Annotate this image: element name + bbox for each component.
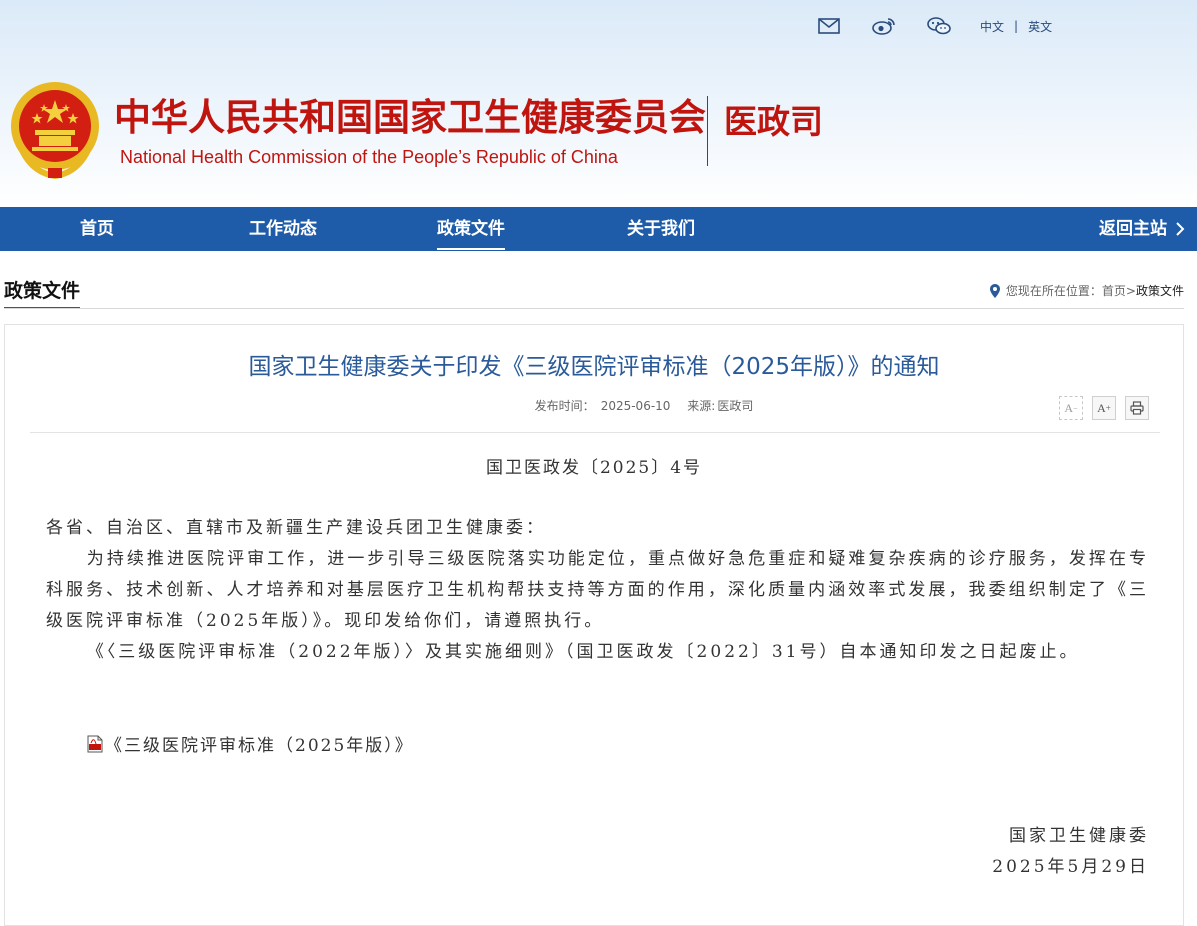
article-title: 国家卫生健康委关于印发《三级医院评审标准（2025年版）》的通知: [248, 354, 940, 380]
printer-icon: [1130, 401, 1144, 415]
attachment-link[interactable]: 《三级医院评审标准（2025年版）》: [87, 731, 414, 756]
body-paragraph-2: 《〈三级医院评审标准（2022年版）〉及其实施细则》（国卫医政发〔2022〕31…: [86, 642, 1080, 662]
top-utility-bar: 中文 | 英文: [815, 14, 1052, 38]
section-title: 政策文件: [4, 278, 81, 309]
article-body: 各省、自治区、直辖市及新疆生产建设兵团卫生健康委： 为持续推进医院评审工作，进一…: [46, 513, 1149, 668]
breadcrumb-prefix: 您现在所在位置：: [1005, 284, 1102, 298]
back-to-main-site-label: 返回主站: [1099, 219, 1167, 239]
main-nav: 首页 工作动态 政策文件 关于我们 返回主站: [0, 207, 1197, 251]
pdf-file-icon: [87, 735, 103, 753]
lang-en-link[interactable]: 英文: [1028, 18, 1052, 35]
font-increase-sign: +: [1105, 403, 1111, 413]
wechat-icon[interactable]: [925, 14, 953, 38]
location-pin-icon: [989, 283, 1000, 298]
nav-item-work-news[interactable]: 工作动态: [249, 207, 317, 251]
site-title-en: National Health Commission of the People…: [120, 147, 618, 167]
publish-date-label: 发布时间：: [534, 399, 595, 413]
mail-icon[interactable]: [815, 14, 843, 38]
font-decrease-sign: −: [1073, 403, 1078, 413]
back-to-main-site-link[interactable]: 返回主站: [1099, 207, 1185, 251]
salutation: 各省、自治区、直辖市及新疆生产建设兵团卫生健康委：: [46, 518, 546, 538]
publish-date: 2025-06-10: [600, 399, 671, 413]
font-decrease-label: A: [1064, 400, 1074, 415]
breadcrumb-home-link[interactable]: 首页: [1102, 282, 1126, 299]
body-paragraph-1: 为持续推进医院评审工作，进一步引导三级医院落实功能定位，重点做好急危重症和疑难复…: [46, 549, 1149, 631]
source-label: 来源:: [687, 399, 716, 413]
attachment-title: 《三级医院评审标准（2025年版）》: [105, 736, 414, 756]
font-decrease-button[interactable]: A −: [1059, 396, 1083, 420]
site-title: 中华人民共和国国家卫生健康委员会: [114, 96, 706, 139]
nav-item-policy-documents[interactable]: 政策文件: [437, 207, 505, 251]
weibo-icon[interactable]: [870, 14, 898, 38]
signature-org: 国家卫生健康委: [1009, 826, 1149, 846]
nav-item-home[interactable]: 首页: [80, 207, 114, 251]
signature-block: 国家卫生健康委 2025年5月29日: [992, 821, 1149, 883]
source-value: 医政司: [717, 399, 754, 413]
department-name: 医政司: [724, 102, 823, 141]
article-tools: A − A +: [1050, 396, 1149, 420]
national-emblem-logo[interactable]: [8, 80, 102, 180]
font-increase-label: A: [1097, 400, 1106, 415]
document-number: 国卫医政发〔2025〕4号: [485, 458, 703, 478]
nav-item-about-us[interactable]: 关于我们: [627, 207, 695, 251]
signature-date: 2025年5月29日: [992, 857, 1149, 877]
lang-separator: |: [1014, 19, 1019, 33]
article-divider: [30, 432, 1160, 433]
chevron-right-icon: [1175, 221, 1185, 237]
site-header: 中文 | 英文 中华人民共和国国家卫生健康委员会 National Health…: [0, 0, 1197, 207]
breadcrumb: 您现在所在位置： 首页 > 政策文件: [989, 282, 1184, 299]
section-divider: [4, 308, 1184, 309]
title-divider: [707, 96, 708, 166]
breadcrumb-separator: >: [1125, 283, 1136, 298]
breadcrumb-current: 政策文件: [1135, 284, 1184, 298]
font-increase-button[interactable]: A +: [1092, 396, 1116, 420]
print-button[interactable]: [1125, 396, 1149, 420]
article-container: 国家卫生健康委关于印发《三级医院评审标准（2025年版）》的通知 发布时间： 20…: [4, 324, 1184, 926]
lang-zh-link[interactable]: 中文: [980, 18, 1004, 35]
article-meta: 发布时间： 2025-06-10 来源: 医政司: [0, 397, 1197, 414]
